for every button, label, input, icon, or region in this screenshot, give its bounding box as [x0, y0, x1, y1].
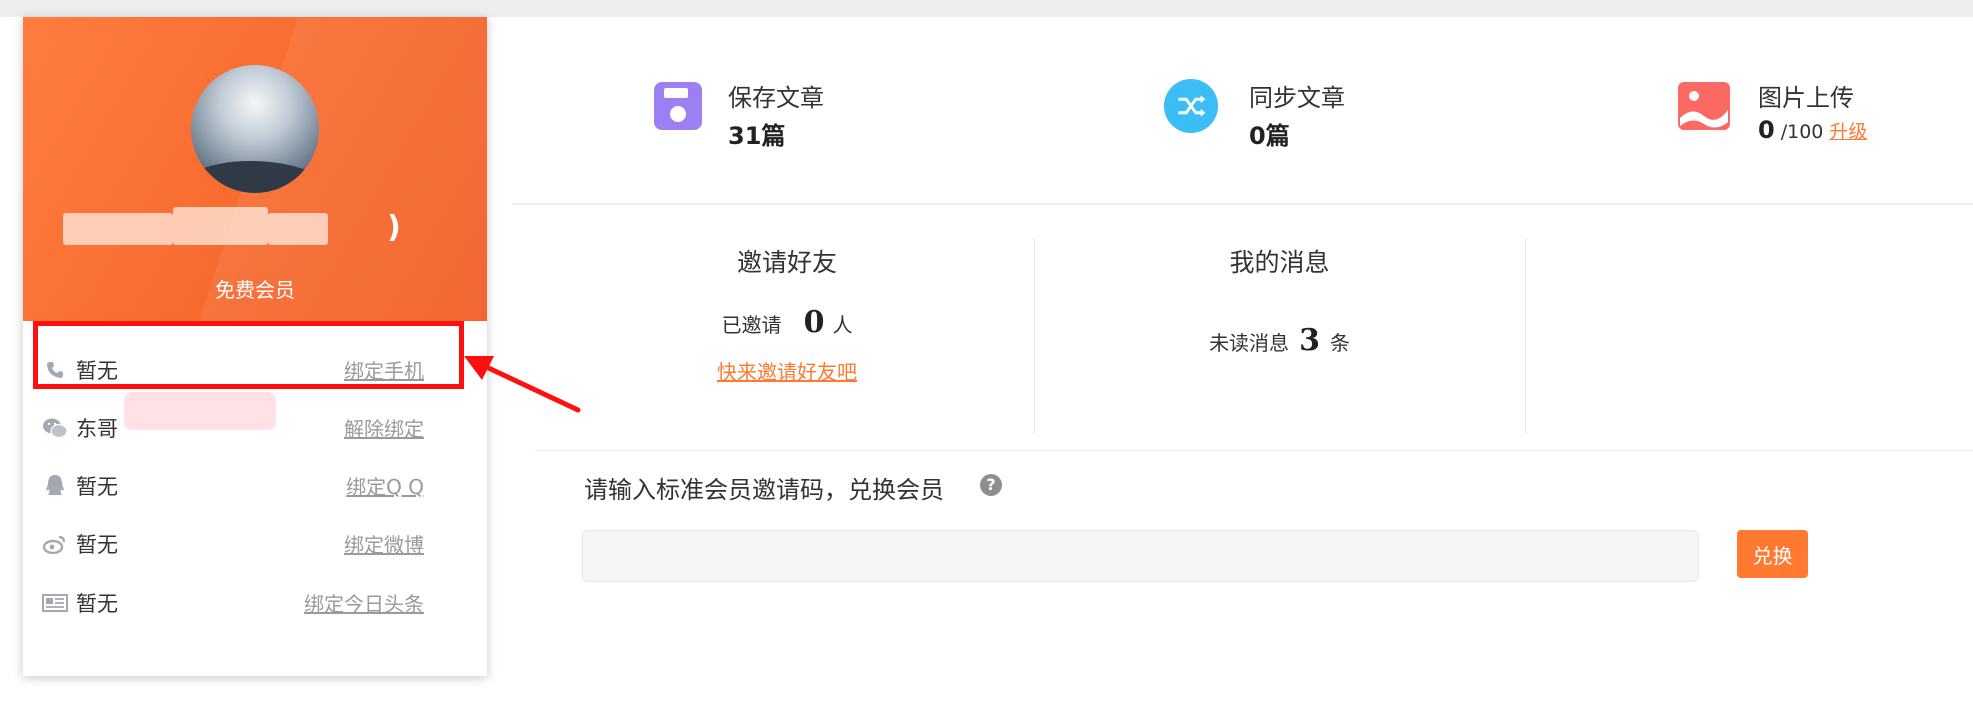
- image-upload-count: 0: [1758, 116, 1775, 144]
- avatar[interactable]: [191, 65, 319, 193]
- redeem-button[interactable]: 兑换: [1737, 530, 1808, 578]
- bind-row-weibo: 暂无 绑定微博: [42, 527, 424, 563]
- save-icon: [650, 78, 706, 134]
- help-icon[interactable]: ?: [980, 474, 1002, 496]
- image-icon: [1676, 78, 1732, 134]
- bind-weibo-link[interactable]: 绑定微博: [344, 529, 424, 558]
- username: ): [387, 210, 403, 245]
- image-upload-limit: /100: [1780, 121, 1824, 143]
- invite-code-input[interactable]: [582, 530, 1699, 582]
- messages-title: 我的消息: [1229, 248, 1330, 277]
- annotation-highlight-box: [33, 321, 464, 389]
- toutiao-icon: [42, 590, 68, 616]
- shuffle-icon: [1163, 78, 1219, 134]
- invite-friends-link[interactable]: 快来邀请好友吧: [717, 360, 857, 384]
- bind-qq-link[interactable]: 绑定Q Q: [346, 471, 424, 500]
- invite-count-line: 已邀请 0 人: [540, 305, 1034, 340]
- weibo-icon: [42, 531, 68, 557]
- unbind-wechat-link[interactable]: 解除绑定: [344, 413, 424, 442]
- toutiao-status: 暂无: [76, 592, 118, 616]
- unread-unit: 条: [1329, 331, 1350, 355]
- bind-toutiao-link[interactable]: 绑定今日头条: [304, 588, 424, 617]
- invite-count: 0: [803, 305, 825, 340]
- invite-panel: 邀请好友 已邀请 0 人 快来邀请好友吧: [540, 243, 1034, 385]
- saved-articles-title: 保存文章: [728, 84, 824, 112]
- invite-prefix: 已邀请: [721, 313, 782, 337]
- image-upload-usage: 0/100 升级: [1758, 116, 1867, 144]
- bind-row-toutiao: 暂无 绑定今日头条: [42, 586, 424, 622]
- wechat-icon: [42, 415, 68, 441]
- divider: [512, 203, 1973, 205]
- synced-articles-count: 0篇: [1249, 122, 1290, 150]
- qq-icon: [42, 473, 68, 499]
- invite-unit: 人: [832, 313, 853, 337]
- unread-count: 3: [1299, 323, 1320, 358]
- bind-row-qq: 暂无 绑定Q Q: [42, 469, 424, 505]
- messages-panel[interactable]: 我的消息 未读消息 3 条: [1034, 243, 1525, 358]
- profile-header: ) 免费会员: [23, 17, 487, 321]
- invite-title: 邀请好友: [736, 248, 837, 277]
- redeem-label: 请输入标准会员邀请码，兑换会员: [584, 476, 944, 504]
- top-bar: [0, 0, 1973, 17]
- saved-articles-count: 31篇: [728, 122, 786, 150]
- divider: [535, 450, 1973, 451]
- synced-articles-title: 同步文章: [1249, 84, 1345, 112]
- upgrade-link[interactable]: 升级: [1829, 121, 1867, 143]
- unread-prefix: 未读消息: [1209, 331, 1290, 355]
- qq-status: 暂无: [76, 475, 118, 499]
- weibo-status: 暂无: [76, 533, 118, 557]
- wechat-status: 东哥: [76, 417, 118, 441]
- bind-row-wechat: 东哥 解除绑定: [42, 411, 424, 447]
- unread-line: 未读消息 3 条: [1034, 323, 1525, 358]
- divider: [1525, 238, 1526, 434]
- image-upload-title: 图片上传: [1758, 84, 1854, 112]
- membership-level: 免费会员: [215, 278, 295, 302]
